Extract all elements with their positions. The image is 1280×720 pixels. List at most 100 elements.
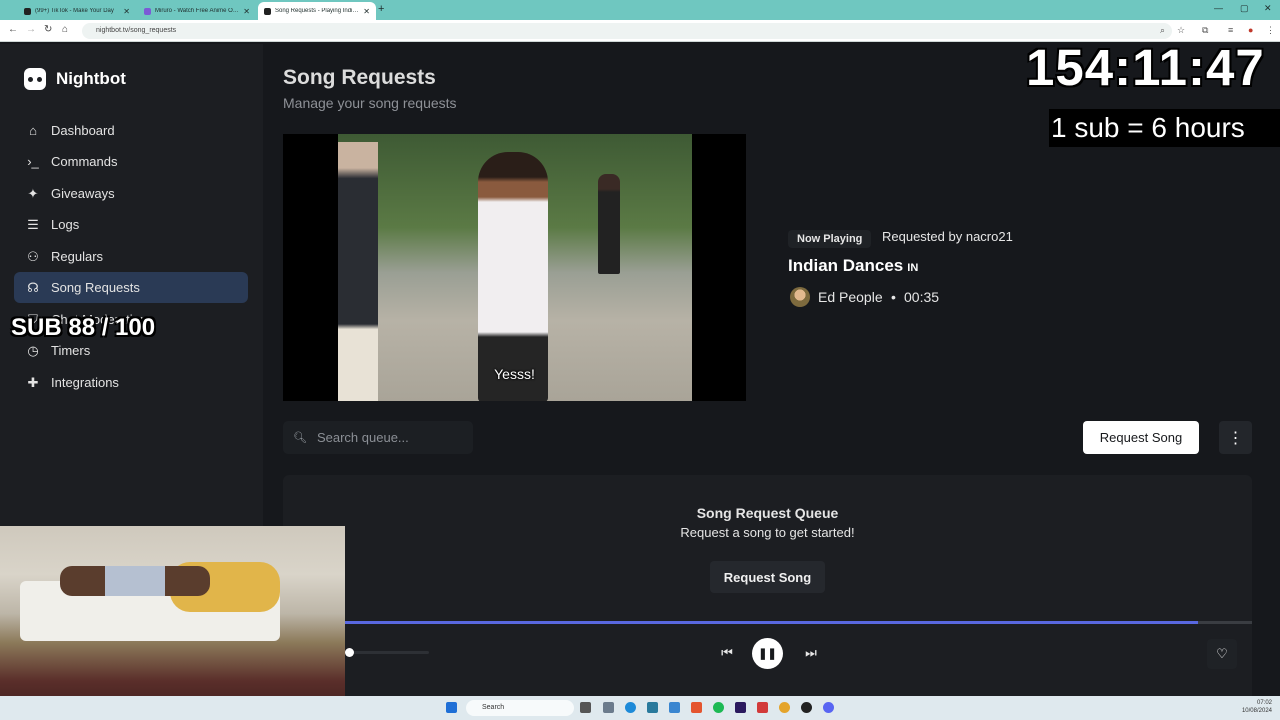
taskbar-search[interactable]: Search <box>466 700 574 716</box>
sidebar-item-label: Regulars <box>51 249 104 264</box>
volume-slider-handle[interactable] <box>345 648 354 657</box>
request-song-button[interactable]: Request Song <box>1083 421 1199 454</box>
users-icon: ⚇ <box>27 248 39 264</box>
video-person <box>598 174 620 274</box>
headphones-icon: ☊ <box>27 279 39 295</box>
maximize-icon[interactable]: ▢ <box>1240 3 1249 14</box>
sidebar-item-label: Giveaways <box>51 186 115 201</box>
sidebar-item-label: Integrations <box>51 375 119 390</box>
profile-icon[interactable]: ● <box>1248 25 1253 35</box>
sidebar-item-dashboard[interactable]: ⌂ Dashboard <box>14 115 248 146</box>
artist-name[interactable]: Ed People <box>818 289 883 305</box>
sidebar-item-label: Commands <box>51 154 118 169</box>
miruro-icon <box>144 7 151 15</box>
obs-icon[interactable] <box>801 702 812 713</box>
forward-icon[interactable]: → <box>26 24 36 35</box>
queue-title: Song Request Queue <box>696 505 839 521</box>
spotify-icon[interactable] <box>713 702 724 713</box>
song-duration: 00:35 <box>904 289 940 305</box>
song-title-text: Indian Dances <box>788 256 904 275</box>
webcam-overlay <box>0 526 345 720</box>
extensions-icon[interactable]: ⧉ <box>1202 25 1208 36</box>
home-icon[interactable]: ⌂ <box>62 24 68 35</box>
webcam-person <box>60 566 210 596</box>
clock-icon: ◷ <box>27 342 39 358</box>
party-icon: ✦ <box>27 185 39 201</box>
sidebar-item-giveaways[interactable]: ✦ Giveaways <box>14 178 248 209</box>
discord-icon[interactable] <box>823 702 834 713</box>
sidebar-item-logs[interactable]: ☰ Logs <box>14 209 248 240</box>
flag-badge: IN <box>907 262 919 274</box>
queue-subtitle: Request a song to get started! <box>680 525 855 540</box>
pause-button[interactable]: ❚❚ <box>752 638 783 669</box>
sub-rate-banner: 1 sub = 6 hours <box>1049 109 1280 147</box>
brand[interactable]: Nightbot <box>24 68 126 90</box>
requested-by: Requested by nacro21 <box>882 229 1013 244</box>
favorite-heart-icon[interactable]: ♡ <box>1207 639 1237 669</box>
app-icon[interactable] <box>669 702 680 713</box>
previous-track-icon[interactable]: ⏮︎ <box>715 639 739 667</box>
sidebar-item-regulars[interactable]: ⚇ Regulars <box>14 241 248 272</box>
sub-goal-counter: SUB 88 / 100 <box>11 314 156 341</box>
playback-progress-fill <box>345 621 1198 624</box>
sidebar-item-label: Timers <box>51 343 91 358</box>
video-person <box>338 142 378 401</box>
zoom-icon[interactable]: ⌕ <box>1160 25 1165 36</box>
song-title: Indian Dances IN <box>788 256 918 276</box>
separator: • <box>891 289 896 305</box>
brand-name: Nightbot <box>56 69 126 88</box>
close-window-icon[interactable]: ✕ <box>1264 3 1272 14</box>
back-icon[interactable]: ← <box>8 24 18 35</box>
page-title: Song Requests <box>283 66 436 89</box>
playback-progress-bar[interactable] <box>345 621 1252 624</box>
search-input[interactable] <box>316 430 467 445</box>
bookmark-star-icon[interactable]: ☆ <box>1177 25 1185 36</box>
browser-tab[interactable]: (99+) TikTok - Make Your Day ✕ <box>18 2 136 20</box>
browser-tab[interactable]: Miruro - Watch Free Anime Online ✕ <box>138 2 256 20</box>
sidebar-item-label: Song Requests <box>51 280 140 295</box>
menu-icon[interactable]: ≡ <box>1228 25 1233 35</box>
clock-date: 10/08/2024 <box>1241 708 1272 714</box>
more-options-icon[interactable]: ⋮ <box>1219 421 1252 454</box>
close-icon[interactable]: ✕ <box>123 7 130 16</box>
windows-start-icon[interactable] <box>446 702 457 713</box>
brave-icon[interactable] <box>691 702 702 713</box>
terminal-icon: ›_ <box>27 154 39 169</box>
settings-icon[interactable] <box>603 702 614 713</box>
close-icon[interactable]: ✕ <box>363 7 370 16</box>
app-icon[interactable] <box>647 702 658 713</box>
minimize-icon[interactable]: — <box>1214 3 1223 13</box>
volume-slider[interactable] <box>349 651 429 654</box>
sidebar-item-label: Dashboard <box>51 123 115 138</box>
browser-tab-active[interactable]: Song Requests - Playing Indian Dances ✕ <box>258 2 376 20</box>
more-icon[interactable]: ⋮ <box>1266 25 1275 36</box>
chrome-icon[interactable] <box>779 702 790 713</box>
home-icon: ⌂ <box>29 123 37 138</box>
artist-avatar <box>790 287 810 307</box>
new-tab-icon[interactable]: + <box>378 3 384 15</box>
premiere-icon[interactable] <box>735 702 746 713</box>
url-field[interactable]: nightbot.tv/song_requests <box>82 23 1172 39</box>
sidebar-item-commands[interactable]: ›_ Commands <box>14 146 248 177</box>
task-view-icon[interactable] <box>580 702 591 713</box>
browser-tab-title: Song Requests - Playing Indian Dances <box>275 8 360 14</box>
app-icon[interactable] <box>757 702 768 713</box>
taskbar: ⌕ Search 07:02 10/08/2024 <box>0 696 1280 720</box>
screen: (99+) TikTok - Make Your Day ✕ Miruro - … <box>0 0 1280 720</box>
video-caption: Yesss! <box>494 366 535 382</box>
queue-search[interactable]: 🔍︎ <box>283 421 473 454</box>
sidebar-item-song-requests[interactable]: ☊ Song Requests <box>14 272 248 303</box>
queue-request-song-button[interactable]: Request Song <box>710 561 825 593</box>
nightbot-logo-icon <box>24 68 46 90</box>
edge-icon[interactable] <box>625 702 636 713</box>
sidebar-item-integrations[interactable]: ✚ Integrations <box>14 367 248 398</box>
browser-tab-title: Miruro - Watch Free Anime Online <box>155 8 240 14</box>
browser-tab-title: (99+) TikTok - Make Your Day <box>35 8 114 14</box>
taskbar-clock[interactable]: 07:02 10/08/2024 <box>1236 699 1272 715</box>
close-icon[interactable]: ✕ <box>243 7 250 16</box>
reload-icon[interactable]: ↻ <box>44 24 52 35</box>
page-subtitle: Manage your song requests <box>283 95 457 111</box>
puzzle-icon: ✚ <box>27 374 39 390</box>
video-player[interactable]: Yesss! <box>283 134 746 401</box>
next-track-icon[interactable]: ⏭︎ <box>799 639 823 667</box>
